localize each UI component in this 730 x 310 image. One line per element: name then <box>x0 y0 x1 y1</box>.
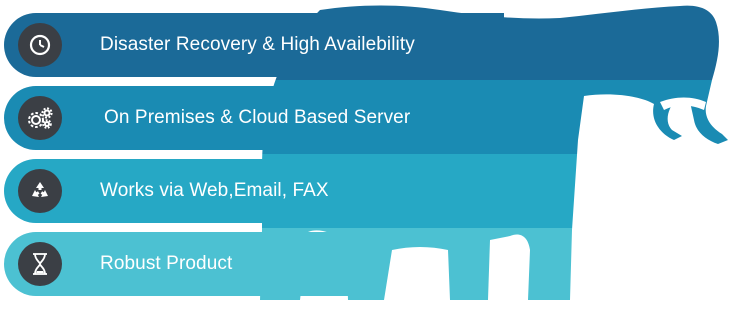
icon-badge <box>18 23 62 67</box>
feature-infographic: Disaster Recovery & High Availebility On… <box>0 0 730 310</box>
feature-label: On Premises & Cloud Based Server <box>104 107 411 128</box>
icon-badge <box>18 96 62 140</box>
feature-row-robust-product: Robust Product <box>4 232 364 296</box>
icon-badge <box>18 169 62 213</box>
hourglass-icon <box>33 253 47 275</box>
feature-label: Works via Web,Email, FAX <box>100 180 329 201</box>
gears-icon <box>28 107 53 129</box>
clock-icon <box>29 34 51 56</box>
feature-row-works-via: Works via Web,Email, FAX <box>4 159 398 223</box>
icon-badge <box>18 242 62 286</box>
feature-label: Robust Product <box>100 253 233 274</box>
feature-label: Disaster Recovery & High Availebility <box>100 34 415 55</box>
recycle-icon <box>32 182 48 197</box>
feature-row-on-premises: On Premises & Cloud Based Server <box>4 86 498 150</box>
feature-row-disaster-recovery: Disaster Recovery & High Availebility <box>4 13 504 77</box>
